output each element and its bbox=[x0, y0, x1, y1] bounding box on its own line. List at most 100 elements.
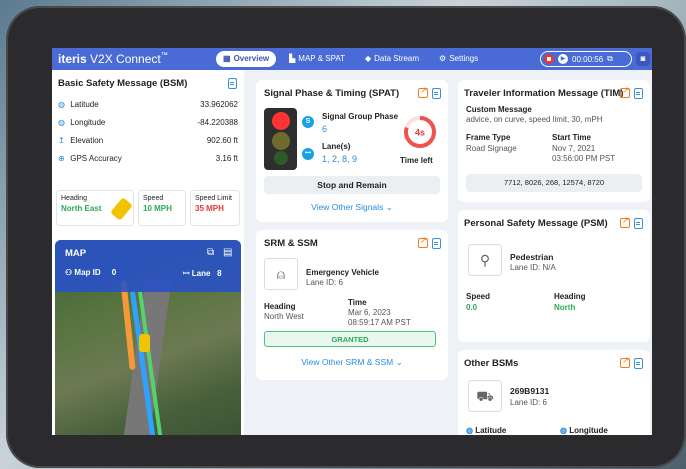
tab-settings[interactable]: ⚙ Settings bbox=[432, 51, 485, 67]
tablet-frame: iteris V2X Connect™ ▦ Overview ▙ MAP & SPA… bbox=[6, 6, 686, 468]
pedestrian-icon: ⚲ bbox=[468, 244, 502, 276]
tim-start-date: Nov 7, 2021 bbox=[552, 144, 596, 153]
tab-overview[interactable]: ▦ Overview bbox=[216, 51, 277, 67]
view-other-signals-link[interactable]: View Other Signals ⌄ bbox=[264, 202, 440, 213]
psm-speed-label: Speed bbox=[466, 292, 491, 301]
other-bsm-longitude-label: ◍ Longitude bbox=[560, 426, 608, 435]
document-icon[interactable] bbox=[432, 238, 441, 249]
document-icon[interactable] bbox=[228, 78, 237, 89]
signal-state-banner: Stop and Remain bbox=[264, 176, 440, 194]
bsm-longitude-row: ◍ Longitude -84.220388 bbox=[58, 118, 238, 127]
open-external-icon[interactable] bbox=[620, 215, 630, 228]
map-header: MAP ⧉ ▤ ⚇ Map ID 0 ꟷ Lane 8 bbox=[55, 240, 241, 292]
car-icon: ⛟ bbox=[468, 380, 502, 412]
open-external-icon[interactable] bbox=[620, 85, 630, 98]
psm-panel: Personal Safety Message (PSM) ⚲ Pedestri… bbox=[458, 210, 650, 342]
lanes-value: 1, 2, 8, 9 bbox=[322, 154, 358, 164]
open-external-icon[interactable] bbox=[418, 85, 428, 98]
traffic-light-icon bbox=[264, 108, 297, 170]
bsm-latitude-row: ◍ Latitude 33.962062 bbox=[58, 100, 238, 109]
recorder-control: ▶ 00:00:56 ⧉ bbox=[540, 51, 632, 67]
srm-ssm-panel: SRM & SSM ⍝ Emergency Vehicle Lane ID: 6… bbox=[256, 230, 448, 380]
document-icon[interactable] bbox=[634, 88, 643, 99]
speed-card: Speed 10 MPH bbox=[138, 190, 186, 226]
document-icon[interactable] bbox=[634, 358, 643, 369]
open-external-icon[interactable] bbox=[418, 235, 428, 248]
map-icon: ▙ bbox=[289, 54, 296, 63]
srm-title: SRM & SSM bbox=[264, 238, 318, 249]
gear-icon: ⚙ bbox=[439, 54, 447, 63]
map-title: MAP bbox=[65, 248, 87, 259]
open-external-icon[interactable]: ⧉ bbox=[607, 54, 613, 64]
signal-group-icon: S bbox=[302, 116, 314, 128]
lanes-icon: ꟷ bbox=[302, 148, 314, 160]
signal-group-value: 6 bbox=[322, 124, 328, 134]
time-left-value: 4s bbox=[415, 128, 425, 138]
document-icon[interactable] bbox=[634, 218, 643, 229]
srm-heading-label: Heading bbox=[264, 302, 296, 311]
stream-icon: ◆ bbox=[364, 54, 372, 63]
recording-timer: 00:00:56 bbox=[572, 54, 604, 64]
brand-logo: iteris V2X Connect™ bbox=[58, 52, 168, 66]
globe-icon: ◍ bbox=[58, 100, 65, 109]
srm-time-label: Time bbox=[348, 298, 367, 307]
time-left-label: Time left bbox=[400, 156, 433, 165]
tim-frame-value: Road Signage bbox=[466, 144, 517, 153]
other-bsms-title: Other BSMs bbox=[464, 358, 519, 369]
time-left-gauge: 4s bbox=[404, 116, 436, 148]
tim-start-label: Start Time bbox=[552, 133, 591, 142]
other-bsm-id: 269B9131 bbox=[510, 386, 550, 396]
chevron-down-icon: ⌄ bbox=[385, 202, 393, 212]
tim-custom-value: advice, on curve, speed limit, 30, mPH bbox=[466, 115, 603, 124]
globe-icon: ◍ bbox=[58, 118, 65, 127]
tim-start-time: 03:56:00 PM PST bbox=[552, 154, 616, 163]
vehicle-marker[interactable] bbox=[139, 334, 150, 352]
srm-date: Mar 6, 2023 bbox=[348, 308, 391, 317]
srm-status-badge: GRANTED bbox=[264, 331, 436, 347]
psm-heading-value: North bbox=[554, 303, 576, 312]
bsm-panel: Basic Safety Message (BSM) ◍ Latitude 33.… bbox=[52, 70, 244, 435]
map-lane: ꟷ Lane 8 bbox=[183, 269, 222, 278]
play-button[interactable]: ▶ bbox=[558, 54, 568, 64]
srm-heading-value: North West bbox=[264, 312, 304, 321]
psm-speed-value: 0.0 bbox=[466, 303, 478, 312]
map-view[interactable]: MAP ⧉ ▤ ⚇ Map ID 0 ꟷ Lane 8 bbox=[55, 240, 241, 435]
tim-frame-label: Frame Type bbox=[466, 133, 511, 142]
signal-group-label: Signal Group Phase bbox=[322, 112, 399, 121]
tim-panel: Traveler Information Message (TIM) Custo… bbox=[458, 80, 650, 202]
view-other-srm-link[interactable]: View Other SRM & SSM ⌄ bbox=[264, 357, 440, 368]
document-icon[interactable] bbox=[432, 88, 441, 99]
srm-lane-id: Lane ID: 6 bbox=[306, 278, 343, 287]
tim-itis-codes: 7712, 8026, 268, 12574, 8720 bbox=[466, 174, 642, 192]
document-icon[interactable]: ▤ bbox=[223, 247, 232, 258]
tab-map-spat[interactable]: ▙ MAP & SPAT bbox=[282, 51, 352, 67]
tim-title: Traveler Information Message (TIM) bbox=[464, 88, 624, 99]
srm-time: 08:59:17 AM PST bbox=[348, 318, 411, 327]
open-external-icon[interactable] bbox=[620, 355, 630, 368]
other-bsm-latitude-label: ◍ Latitude bbox=[466, 426, 507, 435]
lanes-label: Lane(s) bbox=[322, 142, 351, 151]
srm-vehicle-type: Emergency Vehicle bbox=[306, 268, 379, 277]
psm-heading-label: Heading bbox=[554, 292, 586, 301]
globe-icon: ◍ bbox=[466, 426, 473, 435]
bsm-elevation-row: ↥ Elevation 902.60 ft bbox=[58, 136, 238, 145]
spat-panel: Signal Phase & Timing (SPAT) S Signal Gr… bbox=[256, 80, 448, 222]
gps-icon: ⊕ bbox=[58, 154, 65, 163]
psm-type: Pedestrian bbox=[510, 252, 554, 262]
speed-limit-card: Speed Limit 35 MPH bbox=[190, 190, 240, 226]
open-external-icon[interactable]: ⧉ bbox=[207, 247, 214, 258]
heading-card: Heading North East bbox=[56, 190, 134, 226]
psm-title: Personal Safety Message (PSM) bbox=[464, 218, 608, 229]
other-bsm-lane: Lane ID: 6 bbox=[510, 398, 547, 407]
map-id: ⚇ Map ID 0 bbox=[65, 268, 117, 277]
spat-title: Signal Phase & Timing (SPAT) bbox=[264, 88, 400, 99]
chevron-down-icon: ⌄ bbox=[395, 357, 403, 367]
main-tabs: ▦ Overview ▙ MAP & SPAT ◆ Data Stream ⚙ Sett… bbox=[216, 51, 485, 67]
camera-icon[interactable]: ◙ bbox=[636, 52, 650, 66]
tab-data-stream[interactable]: ◆ Data Stream bbox=[358, 51, 426, 67]
elevation-icon: ↥ bbox=[58, 136, 65, 145]
globe-icon: ◍ bbox=[560, 426, 567, 435]
bsm-title: Basic Safety Message (BSM) bbox=[58, 78, 188, 89]
stop-record-button[interactable] bbox=[544, 54, 554, 64]
map-id-icon: ⚇ bbox=[65, 268, 73, 277]
